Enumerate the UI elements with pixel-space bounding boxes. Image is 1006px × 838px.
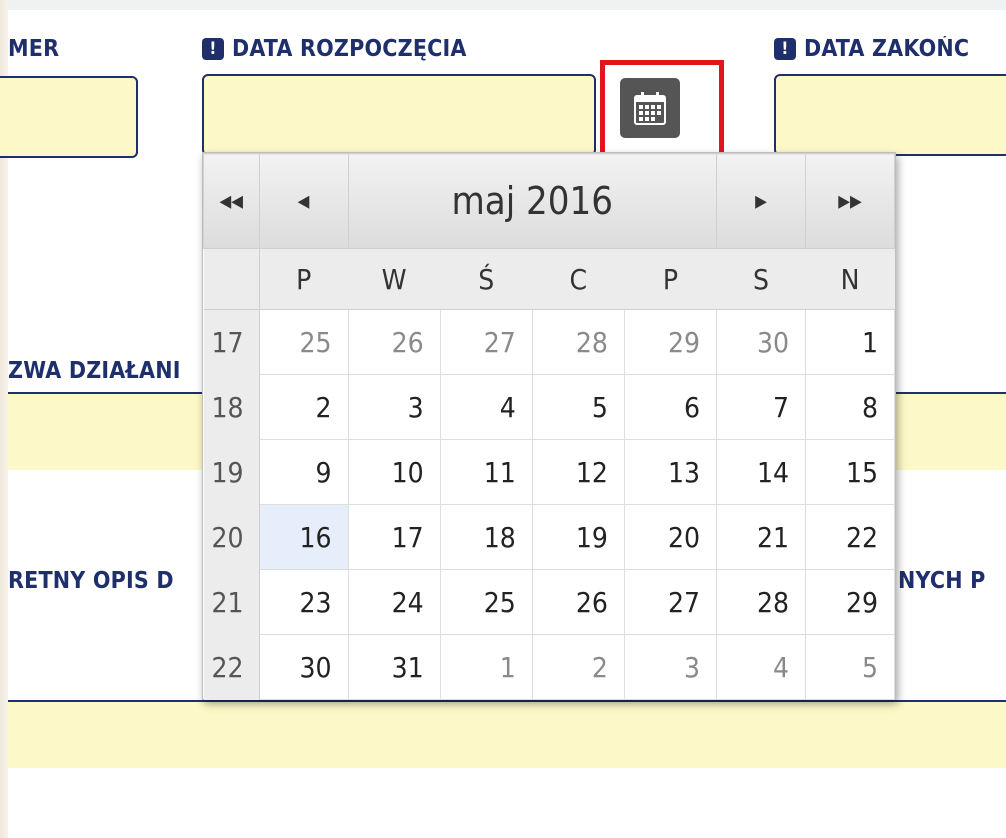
weekday-header: PWŚCPSN [203,248,895,310]
week-number-header [203,248,260,310]
next-month-button[interactable]: ▸ [716,153,806,249]
day-cell[interactable]: 27 [623,569,718,635]
day-cell[interactable]: 11 [439,439,533,505]
weekday-label: P [259,248,348,310]
next-year-button[interactable]: ▸▸ [805,153,895,249]
prev-month-button[interactable]: ◂ [258,153,349,249]
day-cell[interactable]: 31 [347,634,441,700]
opis-label: RETNY OPIS D [8,568,174,594]
nazwa-dzialania-label: ZWA DZIAŁANI [8,358,181,384]
day-cell[interactable]: 16 [258,504,349,570]
day-cell-other-month[interactable]: 2 [531,634,625,700]
weekday-label: S [716,248,806,310]
day-cell-other-month[interactable]: 27 [439,309,533,375]
week-number: 22 [203,634,260,700]
week-row: 20 16 17 18 19 20 21 22 [203,504,895,570]
month-title[interactable]: maj 2016 [347,153,717,249]
day-cell[interactable]: 18 [439,504,533,570]
day-cell-other-month[interactable]: 3 [623,634,718,700]
day-cell[interactable]: 30 [258,634,349,700]
day-cell[interactable]: 28 [716,569,806,635]
day-cell-other-month[interactable]: 30 [716,309,806,375]
day-cell-other-month[interactable]: 25 [258,309,349,375]
day-cell-other-month[interactable]: 29 [623,309,718,375]
calendar-button[interactable] [620,78,680,138]
top-strip [0,0,1006,10]
day-cell[interactable]: 23 [258,569,349,635]
week-row: 22 30 31 1 2 3 4 5 [203,634,895,700]
week-row: 19 9 10 11 12 13 14 15 [203,439,895,505]
day-cell[interactable]: 9 [258,439,349,505]
data-zakonczenia-text: DATA ZAKOŃC [804,36,970,62]
day-cell[interactable]: 15 [805,439,895,505]
day-cell-other-month[interactable]: 28 [531,309,625,375]
weekday-label: N [805,248,895,310]
data-rozpoczecia-label: ! DATA ROZPOCZĘCIA [202,36,467,62]
day-cell[interactable]: 5 [531,374,625,440]
data-rozpoczecia-field[interactable] [202,74,596,156]
day-cell[interactable]: 22 [805,504,895,570]
data-rozpoczecia-text: DATA ROZPOCZĘCIA [232,36,467,62]
day-cell[interactable]: 7 [716,374,806,440]
weekday-label: C [532,248,625,310]
day-cell[interactable]: 21 [716,504,806,570]
opis-field[interactable] [8,700,1006,768]
day-cell[interactable]: 24 [347,569,441,635]
day-cell[interactable]: 2 [258,374,349,440]
week-number: 19 [203,439,260,505]
day-cell[interactable]: 14 [716,439,806,505]
numer-label: MER [8,36,60,62]
week-number: 21 [203,569,260,635]
day-cell[interactable]: 13 [623,439,718,505]
calendar-icon [634,92,666,125]
right-partial-label: NYCH P [898,568,986,594]
day-cell[interactable]: 4 [439,374,533,440]
day-cell[interactable]: 1 [805,309,895,375]
exclamation-icon: ! [202,38,224,60]
week-number: 18 [203,374,260,440]
day-cell[interactable]: 26 [531,569,625,635]
day-cell[interactable]: 6 [623,374,718,440]
day-cell[interactable]: 8 [805,374,895,440]
day-cell[interactable]: 3 [347,374,441,440]
day-cell[interactable]: 20 [623,504,718,570]
datepicker: ◂◂ ◂ maj 2016 ▸ ▸▸ PWŚCPSN 17 25 26 27 28 29 3… [202,152,896,700]
weekday-label: P [624,248,717,310]
week-number: 20 [203,504,260,570]
weekday-label: W [348,248,441,310]
week-row: 17 25 26 27 28 29 30 1 [203,309,895,375]
day-cell-other-month[interactable]: 4 [716,634,806,700]
day-cell[interactable]: 25 [439,569,533,635]
datepicker-table: ◂◂ ◂ maj 2016 ▸ ▸▸ PWŚCPSN 17 25 26 27 28 29 3… [203,153,895,700]
day-cell-other-month[interactable]: 1 [439,634,533,700]
weekday-label: Ś [440,248,533,310]
day-grid: 17 25 26 27 28 29 30 1 18 2 3 4 5 6 7 8 19 9 10 11 12 13 14 15 2… [203,309,895,700]
day-cell[interactable]: 17 [347,504,441,570]
day-cell[interactable]: 29 [805,569,895,635]
data-zakonczenia-label: ! DATA ZAKOŃC [774,36,1006,62]
numer-field[interactable] [0,76,138,158]
exclamation-icon: ! [774,38,796,60]
day-cell[interactable]: 19 [531,504,625,570]
prev-year-button[interactable]: ◂◂ [203,153,260,249]
week-row: 21 23 24 25 26 27 28 29 [203,569,895,635]
datepicker-nav: ◂◂ ◂ maj 2016 ▸ ▸▸ [203,153,895,249]
day-cell[interactable]: 10 [347,439,441,505]
week-row: 18 2 3 4 5 6 7 8 [203,374,895,440]
data-zakonczenia-field[interactable] [774,74,1006,156]
day-cell-other-month[interactable]: 5 [805,634,895,700]
week-number: 17 [203,309,260,375]
day-cell-other-month[interactable]: 26 [347,309,441,375]
day-cell[interactable]: 12 [531,439,625,505]
